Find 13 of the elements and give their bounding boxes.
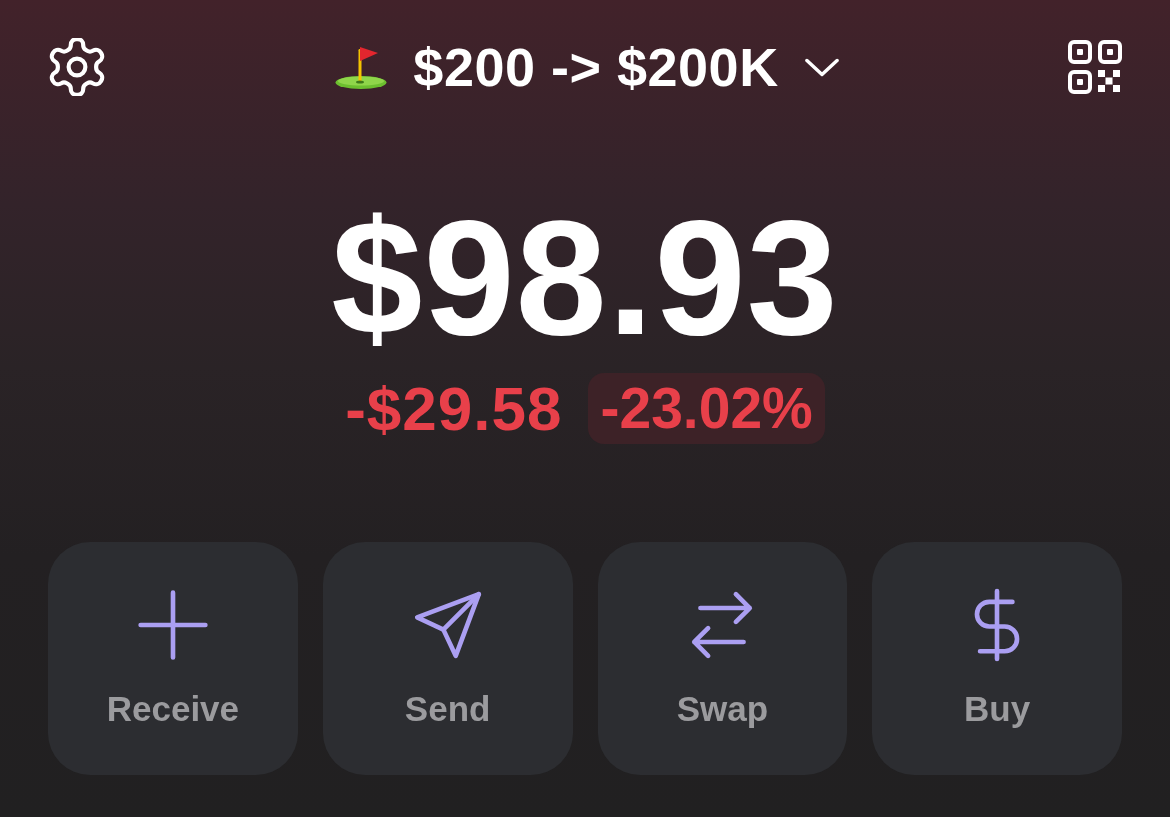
buy-button[interactable]: Buy (872, 542, 1122, 775)
send-button[interactable]: Send (322, 542, 573, 775)
qr-code-icon[interactable] (1068, 40, 1122, 94)
change-percent: -23.02% (588, 373, 825, 444)
balance-amount: $98.93 (331, 196, 839, 360)
chevron-down-icon (804, 57, 839, 77)
plus-icon (135, 588, 210, 662)
receive-button[interactable]: Receive (48, 542, 298, 775)
swap-button[interactable]: Swap (597, 542, 848, 775)
golf-flag-icon (335, 45, 388, 89)
account-selector[interactable]: $200 -> $200K (335, 40, 839, 94)
change-amount: -$29.58 (345, 377, 563, 440)
settings-icon[interactable] (48, 38, 106, 96)
